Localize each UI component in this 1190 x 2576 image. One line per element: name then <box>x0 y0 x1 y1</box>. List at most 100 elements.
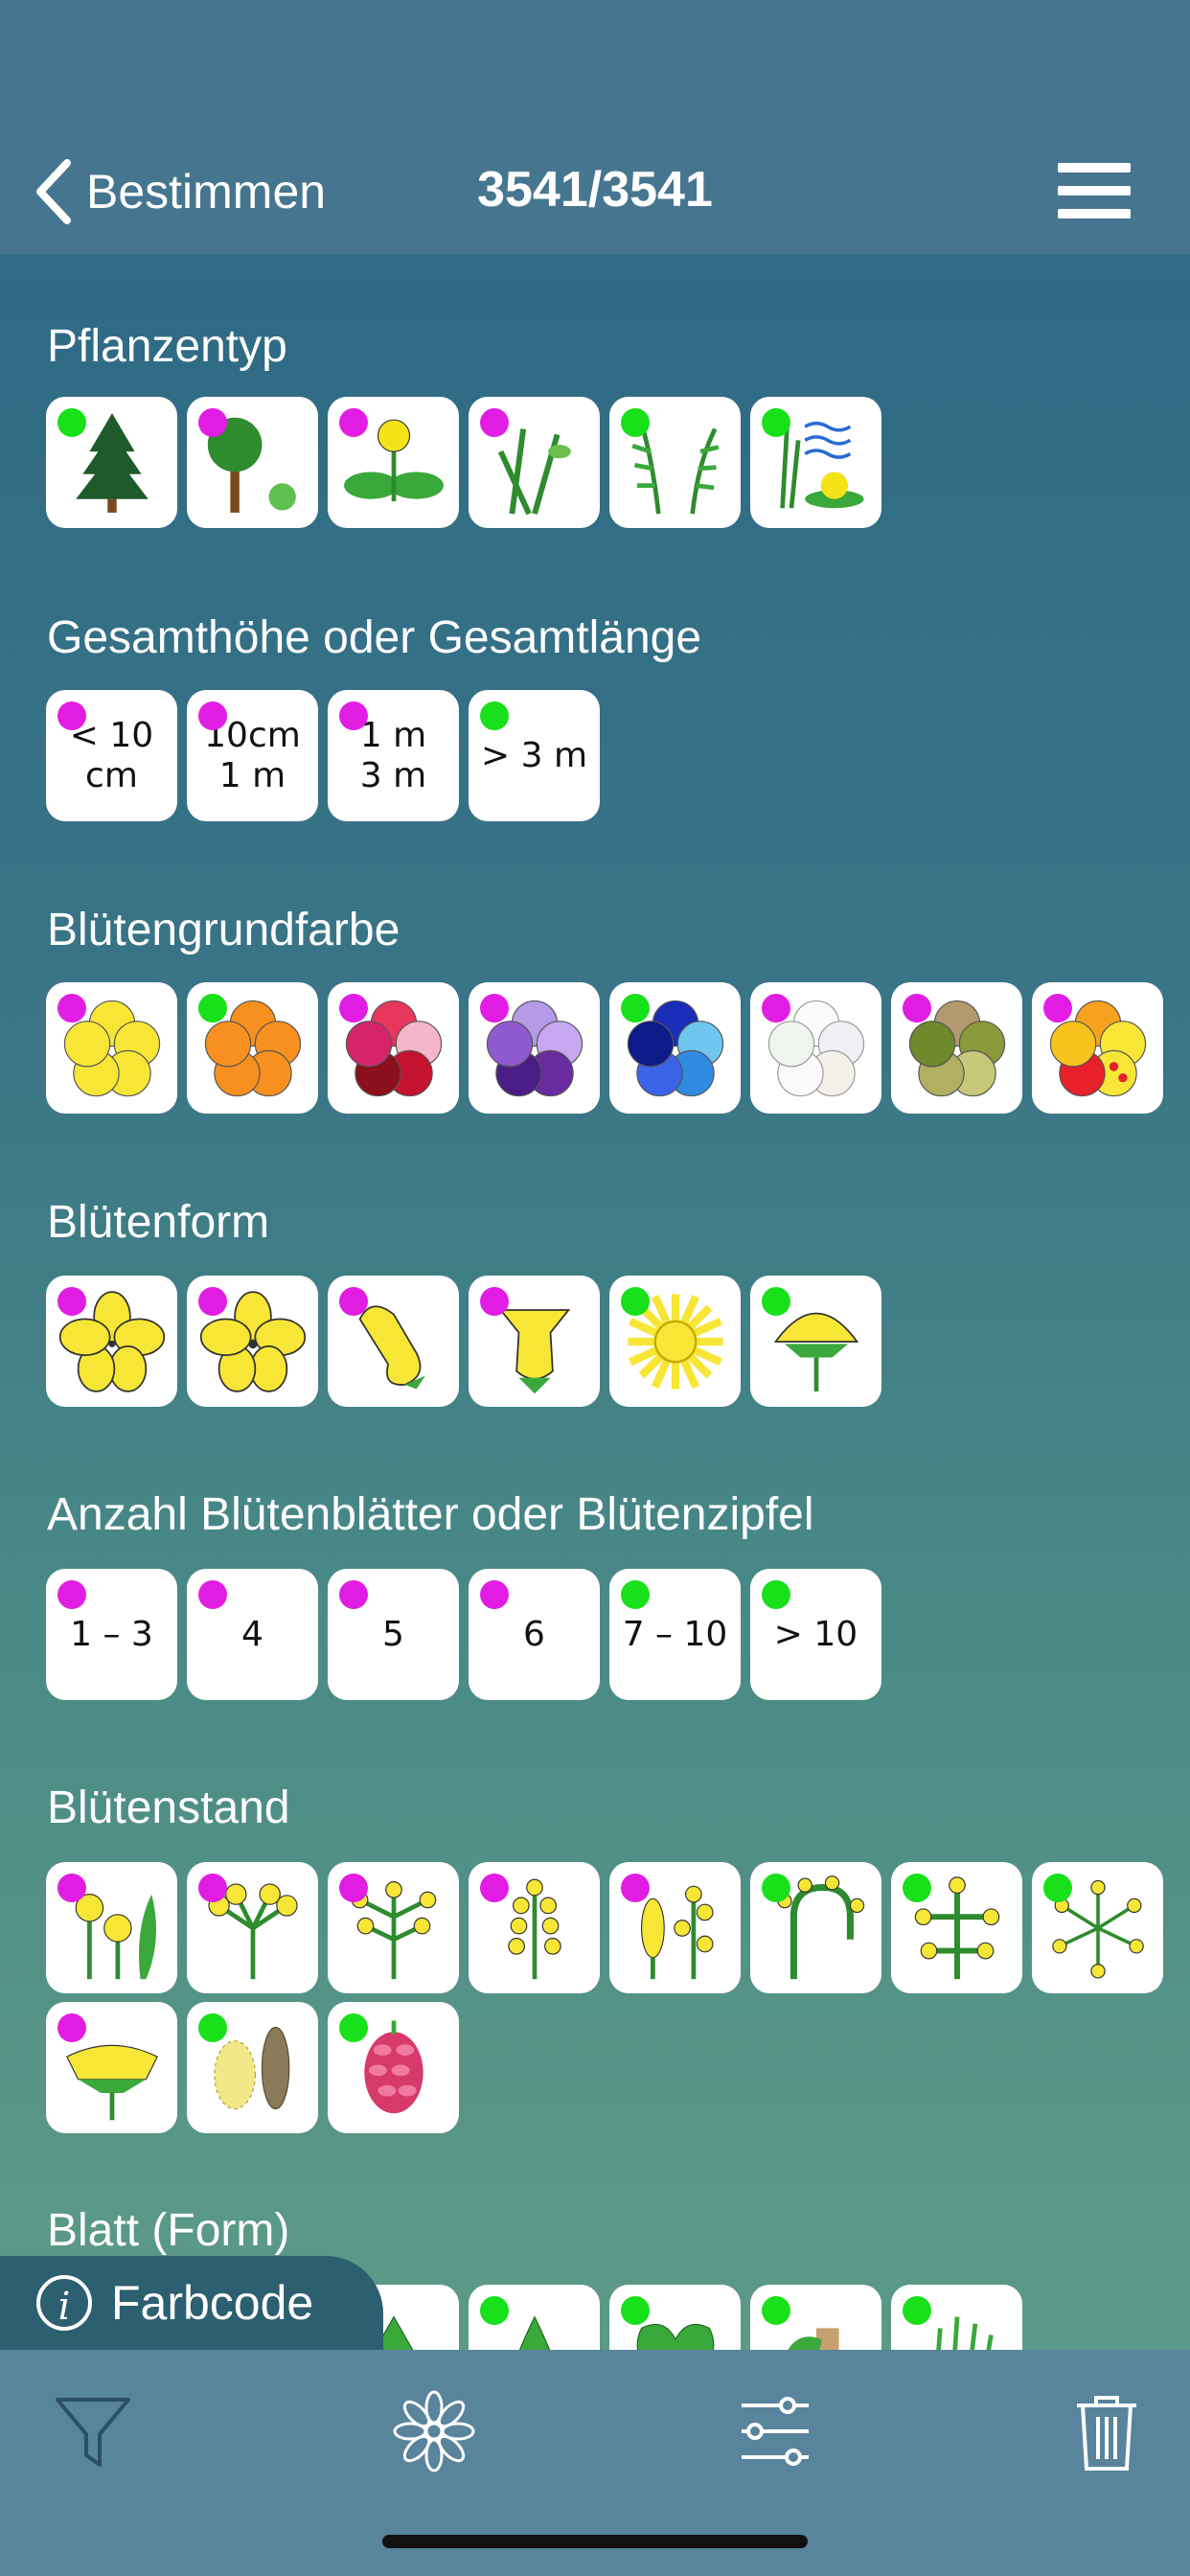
stand-options-row1 <box>46 1862 1163 1993</box>
magenta-dot <box>480 1287 509 1316</box>
option-herb[interactable] <box>328 397 459 528</box>
sliders-icon <box>742 2397 809 2466</box>
option-inflorescence-spike[interactable] <box>609 1862 741 1993</box>
option-color-multicolor[interactable] <box>1032 982 1163 1114</box>
green-dot <box>480 2296 509 2325</box>
option-color-blue[interactable] <box>609 982 741 1114</box>
green-dot <box>1043 1874 1072 1902</box>
settings-tab[interactable] <box>732 2388 818 2474</box>
option-petals-7-10[interactable]: 7 – 10 <box>609 1569 741 1700</box>
option-petals-4[interactable]: 4 <box>187 1569 318 1700</box>
option-form-zygomorphic[interactable] <box>328 1276 459 1407</box>
option-height-gt3m[interactable]: > 3 m <box>469 690 600 821</box>
magenta-dot <box>480 1580 509 1609</box>
form-options <box>46 1276 881 1407</box>
pflanzentyp-options <box>46 397 881 528</box>
option-label: > 3 m <box>480 735 588 775</box>
home-indicator <box>382 2535 808 2548</box>
hoehe-options: < 10 cm 10cm 1 m 1 m3 m > 3 m <box>46 690 600 821</box>
magenta-dot <box>1043 994 1072 1023</box>
magenta-dot <box>57 1580 86 1609</box>
option-form-radial[interactable] <box>46 1276 177 1407</box>
option-color-green-brown[interactable] <box>891 982 1022 1114</box>
option-color-violet[interactable] <box>469 982 600 1114</box>
option-inflorescence-whorl[interactable] <box>891 1862 1022 1993</box>
option-inflorescence-panicle[interactable] <box>328 1862 459 1993</box>
green-dot <box>480 702 509 730</box>
option-color-red[interactable] <box>328 982 459 1114</box>
option-inflorescence-catkin[interactable] <box>187 2002 318 2133</box>
anzahl-options: 1 – 3 4 5 6 7 – 10 > 10 <box>46 1569 881 1700</box>
green-dot <box>762 1287 790 1316</box>
option-height-1m-3m[interactable]: 1 m3 m <box>328 690 459 821</box>
option-petals-1-3[interactable]: 1 – 3 <box>46 1569 177 1700</box>
option-tree-shrub[interactable] <box>187 397 318 528</box>
green-dot <box>762 1580 790 1609</box>
option-grass[interactable] <box>469 397 600 528</box>
option-inflorescence-single[interactable] <box>46 1862 177 1993</box>
option-petals-6[interactable]: 6 <box>469 1569 600 1700</box>
option-inflorescence-compound-umbel[interactable] <box>1032 1862 1163 1993</box>
info-icon: i <box>36 2275 92 2331</box>
green-dot <box>621 1580 650 1609</box>
option-height-10cm-1m[interactable]: 10cm 1 m <box>187 690 318 821</box>
magenta-dot <box>480 994 509 1023</box>
magenta-dot <box>57 702 86 730</box>
magenta-dot <box>198 1580 227 1609</box>
magenta-dot <box>198 408 227 437</box>
magenta-dot <box>339 1874 368 1902</box>
filter-tab[interactable] <box>50 2388 136 2474</box>
option-petals-5[interactable]: 5 <box>328 1569 459 1700</box>
option-form-bell[interactable] <box>469 1276 600 1407</box>
green-dot <box>198 994 227 1023</box>
delete-tab[interactable] <box>1064 2388 1150 2474</box>
hamburger-menu-icon[interactable] <box>1058 163 1131 218</box>
flower-tab[interactable] <box>391 2388 477 2474</box>
option-water-plant[interactable] <box>750 397 881 528</box>
farbcode-label: Farbcode <box>111 2276 314 2330</box>
option-form-daisy[interactable] <box>609 1276 741 1407</box>
magenta-dot <box>198 702 227 730</box>
option-fern[interactable] <box>609 397 741 528</box>
option-color-white[interactable] <box>750 982 881 1114</box>
option-label: 1 m <box>218 755 286 795</box>
magenta-dot <box>57 1287 86 1316</box>
green-dot <box>339 2013 368 2042</box>
option-inflorescence-umbel-simple[interactable] <box>187 1862 318 1993</box>
option-inflorescence-head[interactable] <box>46 2002 177 2133</box>
option-conifer[interactable] <box>46 397 177 528</box>
magenta-dot <box>339 408 368 437</box>
green-dot <box>903 1874 931 1902</box>
option-label: 7 – 10 <box>622 1614 728 1654</box>
magenta-dot <box>198 1874 227 1902</box>
green-dot <box>621 1287 650 1316</box>
magenta-dot <box>57 2013 86 2042</box>
farbcode-button[interactable]: i Farbcode <box>0 2256 383 2350</box>
option-inflorescence-raceme[interactable] <box>469 1862 600 1993</box>
green-dot <box>57 408 86 437</box>
option-label: 1 m <box>359 716 427 756</box>
option-label: 1 – 3 <box>70 1614 153 1654</box>
option-height-lt10cm[interactable]: < 10 cm <box>46 690 177 821</box>
option-form-split-petals[interactable] <box>187 1276 318 1407</box>
option-label: 4 <box>241 1614 263 1654</box>
option-form-composite[interactable] <box>750 1276 881 1407</box>
section-title-anzahl: Anzahl Blütenblätter oder Blütenzipfel <box>47 1489 814 1540</box>
flower-icon <box>393 2390 475 2472</box>
option-label: cm <box>85 755 138 795</box>
magenta-dot <box>480 1874 509 1902</box>
magenta-dot <box>480 408 509 437</box>
option-color-yellow[interactable] <box>46 982 177 1114</box>
option-label: > 10 <box>773 1614 858 1654</box>
green-dot <box>621 994 650 1023</box>
option-inflorescence-cyme[interactable] <box>750 1862 881 1993</box>
option-color-orange[interactable] <box>187 982 318 1114</box>
option-petals-gt10[interactable]: > 10 <box>750 1569 881 1700</box>
section-title-stand: Blütenstand <box>47 1782 290 1833</box>
option-inflorescence-cone[interactable] <box>328 2002 459 2133</box>
section-title-pflanzentyp: Pflanzentyp <box>47 321 287 372</box>
magenta-dot <box>198 1287 227 1316</box>
magenta-dot <box>621 1874 650 1902</box>
green-dot <box>621 408 650 437</box>
farbe-options <box>46 982 1163 1114</box>
